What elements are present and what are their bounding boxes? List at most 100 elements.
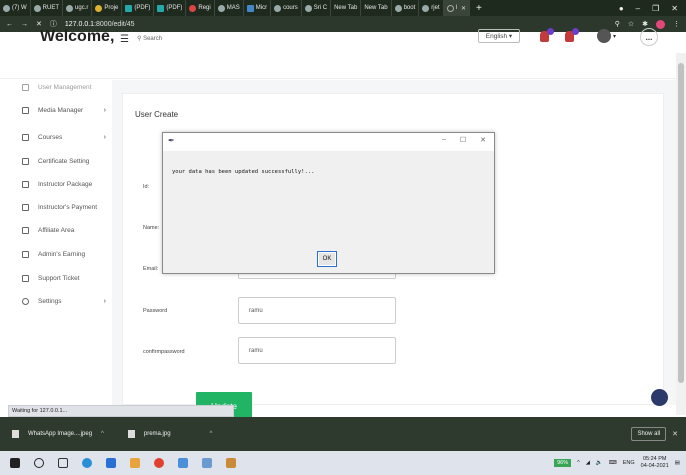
forward-icon[interactable]: → bbox=[21, 21, 28, 28]
clock-date: 04-04-2021 bbox=[640, 463, 669, 469]
account-icon[interactable]: ● bbox=[619, 4, 624, 13]
browser-tab[interactable]: New Tab bbox=[361, 0, 392, 16]
tab-favicon-icon bbox=[246, 4, 254, 12]
tab-label: Sri C bbox=[313, 5, 328, 11]
sidebar-item-label: Courses bbox=[38, 134, 63, 141]
notification-bell-icon[interactable] bbox=[540, 28, 554, 42]
show-all-button[interactable]: Show all bbox=[631, 427, 667, 441]
star-icon[interactable]: ☆ bbox=[628, 20, 634, 28]
keyboard-icon[interactable]: ⌨ bbox=[609, 460, 617, 466]
zoom-icon[interactable]: ⚲ bbox=[615, 20, 620, 28]
battery-indicator[interactable]: 96% bbox=[554, 459, 572, 467]
notifications-icon[interactable]: ▤ bbox=[675, 460, 680, 466]
minimize-icon[interactable]: – bbox=[636, 4, 640, 13]
tab-close-icon[interactable]: ✕ bbox=[461, 5, 466, 12]
message-bell-icon[interactable] bbox=[565, 28, 579, 42]
avatar[interactable] bbox=[597, 29, 611, 43]
chat-fab-icon[interactable] bbox=[651, 389, 668, 406]
edge-icon[interactable] bbox=[82, 458, 92, 468]
browser-tab-active[interactable]: l ✕ bbox=[443, 0, 470, 16]
dialog-close-icon[interactable]: ✕ bbox=[480, 136, 486, 144]
browser-tab[interactable]: MAS bbox=[215, 0, 244, 16]
downloads-bar: WhatsApp Image....jpeg ^ prema.jpg ^ Show … bbox=[0, 417, 686, 451]
close-icon[interactable]: ✕ bbox=[671, 4, 678, 13]
python-icon[interactable] bbox=[226, 458, 236, 468]
vscode-icon[interactable] bbox=[106, 458, 116, 468]
browser-tab[interactable]: (PDF) bbox=[154, 0, 187, 16]
back-icon[interactable]: ← bbox=[6, 21, 13, 28]
menu-icon[interactable]: ⋮ bbox=[673, 20, 680, 28]
task-view-icon[interactable] bbox=[58, 458, 68, 468]
stop-icon[interactable]: ✕ bbox=[36, 20, 42, 28]
more-options-button[interactable]: ... bbox=[640, 28, 658, 46]
search-icon[interactable] bbox=[34, 458, 44, 468]
tab-loading-icon bbox=[446, 4, 454, 12]
windows-start-icon[interactable] bbox=[10, 458, 20, 468]
tab-favicon-icon bbox=[274, 4, 282, 12]
volume-icon[interactable]: 🔈 bbox=[596, 460, 603, 466]
name-label: Name: bbox=[143, 225, 160, 231]
restore-icon[interactable]: ❐ bbox=[652, 4, 659, 13]
confirm-password-label: confirmpassword bbox=[143, 349, 185, 355]
browser-tab[interactable]: Regi bbox=[186, 0, 215, 16]
dialog-maximize-icon[interactable]: ☐ bbox=[460, 136, 466, 144]
scrollbar-thumb[interactable] bbox=[678, 63, 684, 383]
photos-icon[interactable] bbox=[178, 458, 188, 468]
download-name: prema.jpg bbox=[143, 431, 171, 437]
browser-tab[interactable]: cours bbox=[271, 0, 302, 16]
payment-icon bbox=[22, 204, 29, 211]
clock[interactable]: 05:24 PM 04-04-2021 bbox=[641, 456, 669, 470]
sidebar-item-label: Media Manager bbox=[38, 107, 84, 114]
browser-tab[interactable]: RUET bbox=[31, 0, 64, 16]
sidebar-item-instructor-payment[interactable]: Instructor's Payment bbox=[22, 204, 106, 211]
browser-tab[interactable]: rjet bbox=[419, 0, 444, 16]
page-scrollbar[interactable] bbox=[676, 53, 686, 415]
browser-tab[interactable]: (PDF) bbox=[122, 0, 155, 16]
browser-tab[interactable]: Proje bbox=[92, 0, 123, 16]
search-field[interactable]: ⚲ Search bbox=[137, 35, 162, 42]
language-select[interactable]: English ▾ bbox=[478, 29, 520, 43]
sidebar-item-label: User Management bbox=[38, 84, 92, 91]
sidebar-item-media-manager[interactable]: Media Manager › bbox=[22, 107, 106, 114]
download-item[interactable]: WhatsApp Image....jpeg ^ bbox=[0, 424, 116, 444]
sidebar-item-affiliate-area[interactable]: Affiliate Area bbox=[22, 227, 106, 234]
sidebar-item-certificate-setting[interactable]: Certificate Setting bbox=[22, 158, 106, 165]
confirm-password-field[interactable]: ramu bbox=[238, 337, 396, 364]
browser-tab[interactable]: ugc.r bbox=[63, 0, 93, 16]
new-tab-button[interactable]: + bbox=[470, 3, 488, 14]
profile-icon[interactable] bbox=[656, 19, 665, 29]
browser-tab[interactable]: Sri C bbox=[302, 0, 332, 16]
dialog-titlebar[interactable]: ✒ – ☐ ✕ bbox=[163, 133, 494, 151]
chevron-up-icon[interactable]: ^ bbox=[577, 460, 580, 466]
hamburger-icon[interactable]: ☰ bbox=[120, 34, 129, 45]
tab-favicon-icon bbox=[157, 4, 165, 12]
password-field[interactable]: ramu bbox=[238, 297, 396, 324]
browser-tab[interactable]: Micr bbox=[244, 0, 272, 16]
language-indicator[interactable]: ENG bbox=[623, 460, 635, 466]
sidebar-item-instructor-package[interactable]: Instructor Package bbox=[22, 181, 106, 188]
tab-favicon-icon bbox=[125, 4, 133, 12]
dialog-minimize-icon[interactable]: – bbox=[442, 136, 446, 144]
chevron-up-icon[interactable]: ^ bbox=[210, 431, 213, 437]
browser-tab[interactable]: New Tab bbox=[331, 0, 362, 16]
close-downloads-icon[interactable]: ✕ bbox=[672, 430, 678, 438]
chevron-down-icon[interactable]: ▾ bbox=[613, 33, 616, 40]
browser-tab[interactable]: boot bbox=[392, 0, 420, 16]
sidebar-item-user-management[interactable]: User Management bbox=[22, 84, 106, 91]
network-icon[interactable]: ◢ bbox=[586, 460, 590, 466]
extension-icon[interactable]: ✱ bbox=[642, 20, 648, 28]
download-item[interactable]: prema.jpg ^ bbox=[116, 424, 225, 444]
sidebar-item-settings[interactable]: Settings › bbox=[22, 298, 106, 305]
ok-button[interactable]: OK bbox=[317, 251, 337, 267]
url-field[interactable]: 127.0.0.1:8000/edit/45 bbox=[65, 21, 135, 28]
app-icon[interactable] bbox=[202, 458, 212, 468]
chrome-icon[interactable] bbox=[154, 458, 164, 468]
sidebar-item-admins-earning[interactable]: Admin's Earning bbox=[22, 251, 106, 258]
chevron-up-icon[interactable]: ^ bbox=[101, 431, 104, 437]
browser-status: Waiting for 127.0.0.1... bbox=[8, 405, 234, 417]
sidebar-item-support-ticket[interactable]: Support Ticket bbox=[22, 275, 106, 282]
browser-tab[interactable]: (7) W bbox=[0, 0, 31, 16]
sidebar-item-courses[interactable]: Courses › bbox=[22, 134, 106, 141]
certificate-icon bbox=[22, 158, 29, 165]
file-explorer-icon[interactable] bbox=[130, 458, 140, 468]
